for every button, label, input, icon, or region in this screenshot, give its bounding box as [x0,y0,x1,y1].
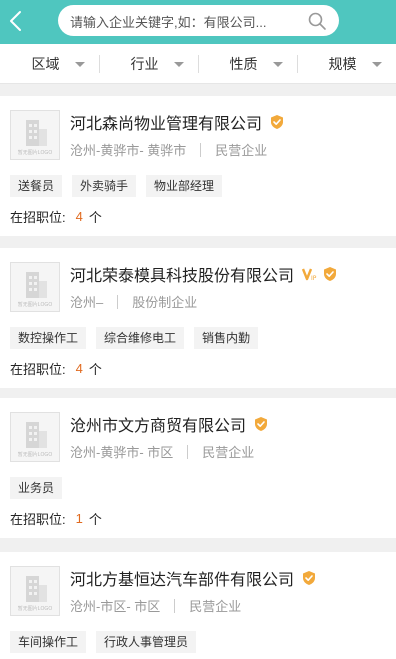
company-location: 沧州-黄骅市- 黄骅市 [70,143,187,158]
company-badges: IP [298,266,338,282]
meta-divider [174,598,176,613]
company-name[interactable]: 河北森尚物业管理有限公司 [70,110,285,134]
hiring-count-row: 在招职位: 4 个 [10,207,102,226]
verified-icon [301,570,317,586]
hiring-count: 4 [75,209,83,224]
filter-industry[interactable]: 行业 [99,44,198,84]
job-tag[interactable]: 送餐员 [10,175,63,197]
company-meta: 沧州– 股份制企业 [70,292,197,311]
job-tag[interactable]: 外卖骑手 [72,175,137,197]
hiring-unit: 个 [88,512,102,527]
company-badges [250,416,269,432]
hiring-unit: 个 [88,210,102,225]
hiring-count-row: 在招职位: 4 个 [10,359,102,378]
verified-icon [253,416,269,432]
company-meta: 沧州-黄骅市- 黄骅市 民营企业 [70,140,267,159]
company-ownership: 民营企业 [202,445,255,460]
company-card[interactable]: 暂无图片LOGO 河北荣泰模具科技股份有限公司 IP 沧州– 股份制企业数控操作工 综合维… [0,248,396,388]
caret-down-icon [273,62,283,67]
company-name-text: 河北方基恒达汽车部件有限公司 [70,572,295,589]
job-tag[interactable]: 物业部经理 [146,175,223,197]
filter-region[interactable]: 区域 [0,44,99,84]
company-card[interactable]: 暂无图片LOGO 沧州市文方商贸有限公司 沧州-黄骅市- 市区 民营企业业务员在招职位… [0,398,396,538]
job-tags: 业务员 [10,477,63,499]
job-tag[interactable]: 业务员 [10,477,63,499]
company-name-text: 河北森尚物业管理有限公司 [70,116,263,133]
company-ownership: 民营企业 [189,599,242,614]
company-ownership: 民营企业 [215,143,268,158]
meta-divider [117,294,119,309]
company-logo-placeholder: 暂无图片LOGO [10,262,60,312]
company-badges [298,570,317,586]
job-tag[interactable]: 综合维修电工 [96,327,185,349]
company-location: 沧州-黄骅市- 市区 [70,445,174,460]
filter-nature[interactable]: 性质 [198,44,297,84]
company-location: 沧州– [70,295,104,310]
hiring-label: 在招职位: [10,362,66,377]
hiring-label: 在招职位: [10,210,66,225]
verified-icon [269,114,285,130]
meta-divider [187,444,189,459]
company-name[interactable]: 沧州市文方商贸有限公司 [70,412,269,436]
caret-down-icon [75,62,85,67]
search-input[interactable]: 请输入企业关键字,如：有限公司... [58,5,339,36]
back-icon[interactable] [6,9,28,33]
meta-divider [200,142,202,157]
hiring-count-row: 在招职位: 1 个 [10,509,102,528]
company-name-text: 河北荣泰模具科技股份有限公司 [70,268,295,285]
svg-text:IP: IP [311,275,317,282]
logo-caption: 暂无图片LOGO [17,150,53,156]
logo-caption: 暂无图片LOGO [17,302,53,308]
filter-bar: 区域 行业 性质 规模 [0,44,396,84]
company-meta: 沧州-市区- 市区 民营企业 [70,596,241,615]
search-placeholder: 请输入企业关键字,如：有限公司... [70,15,267,30]
hiring-label: 在招职位: [10,512,66,527]
hiring-count: 1 [75,511,83,526]
job-tags: 数控操作工 综合维修电工 销售内勤 [10,327,259,349]
filter-label: 规模 [328,56,357,72]
filter-scale[interactable]: 规模 [297,44,396,84]
logo-caption: 暂无图片LOGO [17,606,53,612]
company-badges [266,114,285,130]
company-name[interactable]: 河北荣泰模具科技股份有限公司 IP [70,262,338,286]
company-card[interactable]: 暂无图片LOGO 河北方基恒达汽车部件有限公司 沧州-市区- 市区 民营企业车间操作工… [0,552,396,659]
caret-down-icon [174,62,184,67]
filter-label: 行业 [130,56,159,72]
vip-icon: IP [301,266,319,282]
verified-icon [322,266,338,282]
filter-label: 性质 [229,56,258,72]
job-tags: 车间操作工 行政人事管理员 [10,631,197,653]
hiring-count: 4 [75,361,83,376]
job-tags: 送餐员 外卖骑手 物业部经理 [10,175,223,197]
job-tag[interactable]: 车间操作工 [10,631,87,653]
top-bar: 请输入企业关键字,如：有限公司... [0,0,396,44]
company-card[interactable]: 暂无图片LOGO 河北森尚物业管理有限公司 沧州-黄骅市- 黄骅市 民营企业送餐员 外卖… [0,96,396,236]
job-tag[interactable]: 销售内勤 [194,327,259,349]
company-logo-placeholder: 暂无图片LOGO [10,566,60,616]
company-ownership: 股份制企业 [132,295,198,310]
company-logo-placeholder: 暂无图片LOGO [10,412,60,462]
job-tag[interactable]: 数控操作工 [10,327,87,349]
search-icon[interactable] [307,11,327,31]
company-name[interactable]: 河北方基恒达汽车部件有限公司 [70,566,317,590]
company-logo-placeholder: 暂无图片LOGO [10,110,60,160]
logo-caption: 暂无图片LOGO [17,452,53,458]
caret-down-icon [372,62,382,67]
company-meta: 沧州-黄骅市- 市区 民营企业 [70,442,254,461]
filter-label: 区域 [31,56,60,72]
job-tag[interactable]: 行政人事管理员 [96,631,197,653]
hiring-unit: 个 [88,362,102,377]
company-name-text: 沧州市文方商贸有限公司 [70,418,247,435]
company-location: 沧州-市区- 市区 [70,599,161,614]
